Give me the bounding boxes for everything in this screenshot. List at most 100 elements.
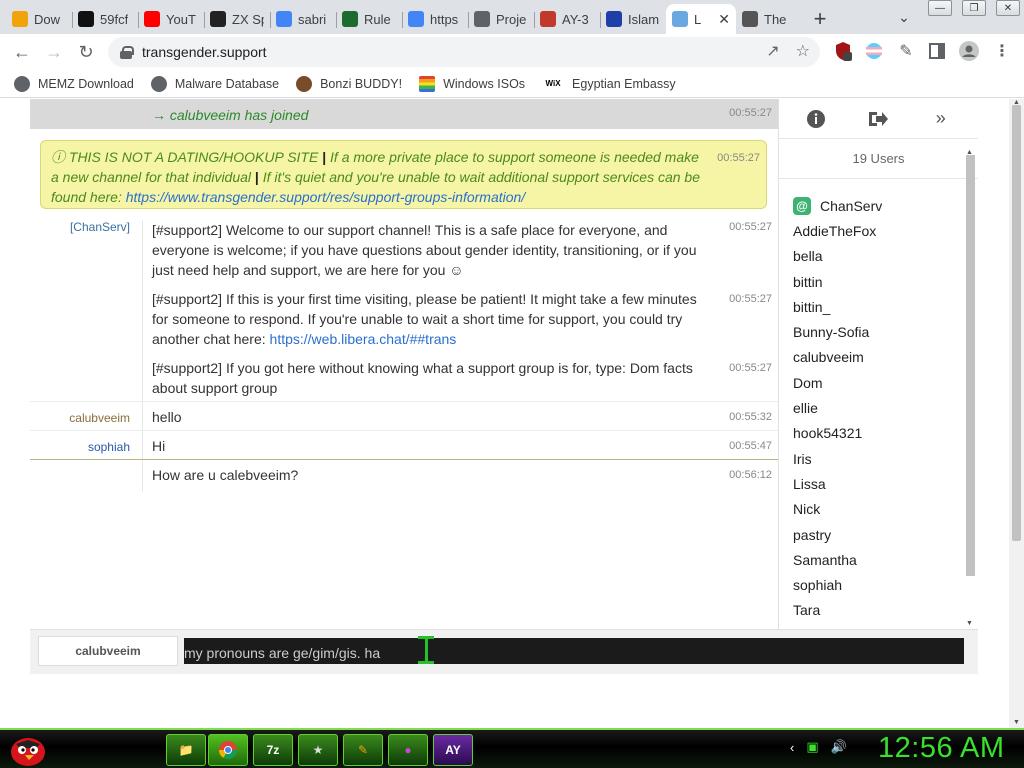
message-input-bar: calubveeim [30, 629, 978, 674]
chat-icon [672, 11, 688, 27]
info-icon[interactable] [804, 107, 828, 131]
bookmark-item[interactable]: Bonzi BUDDY! [296, 75, 403, 92]
music-icon [540, 11, 556, 27]
tab-8[interactable]: AY-3 [534, 4, 600, 34]
side-panel-icon[interactable] [926, 40, 948, 62]
bookmark-label: Windows ISOs [443, 76, 526, 91]
tab-2[interactable]: YouT [138, 4, 204, 34]
taskbar-app-icon[interactable]: ★ [298, 734, 338, 766]
message-nick[interactable]: calubveeim [30, 408, 130, 428]
user-list-item[interactable]: Samantha [793, 547, 882, 572]
leave-channel-icon[interactable] [866, 107, 890, 131]
message-nick[interactable]: sophiah [30, 437, 130, 457]
forward-arrow-icon[interactable]: → [38, 36, 70, 68]
taskbar-7zip-icon[interactable]: 7z [253, 734, 293, 766]
user-name: calubveeim [793, 349, 864, 366]
chat-panel: → calubveeim has joined 00:55:27 ⓘ THIS … [30, 99, 778, 629]
bookmark-item[interactable]: Windows ISOs [419, 75, 526, 92]
menu-kebab-icon[interactable]: ⋮ [991, 40, 1013, 62]
text-cursor-icon [418, 636, 434, 664]
shield-extension-icon[interactable]: 4 [832, 40, 856, 64]
bookmark-item[interactable]: MEMZ Download [14, 75, 134, 92]
youtube-icon [144, 11, 160, 27]
close-tab-icon[interactable]: ✕ [718, 11, 730, 28]
user-list-item[interactable]: bittin [793, 269, 882, 294]
minimize-button[interactable]: — [928, 0, 952, 16]
tab-11[interactable]: The [736, 4, 802, 34]
new-tab-button[interactable]: + [802, 4, 838, 34]
user-list-item[interactable]: bittin_ [793, 294, 882, 319]
back-arrow-icon[interactable]: ← [6, 36, 38, 68]
b-icon [78, 11, 94, 27]
puzzle-extensions-icon[interactable]: ✎ [895, 40, 917, 62]
tab-search-chevron-icon[interactable]: ⌄ [892, 6, 916, 28]
user-list-item[interactable]: Lissa [793, 471, 882, 496]
user-list-item[interactable]: Dom [793, 370, 882, 395]
share-icon[interactable]: ↗ [766, 41, 779, 61]
user-list-item[interactable]: pastry [793, 522, 882, 547]
message-time: 00:56:12 [729, 469, 772, 481]
libera-chat-link[interactable]: https://web.libera.chat/##trans [270, 331, 457, 347]
taskbar-explorer-icon[interactable]: 📁 [166, 734, 206, 766]
profile-avatar-icon[interactable] [958, 40, 980, 62]
notice-warning: ⓘ THIS IS NOT A DATING/HOOKUP SITE [51, 149, 319, 165]
tab-3[interactable]: ZX Sp [204, 4, 270, 34]
taskbar-purple-app-icon[interactable]: ● [388, 734, 428, 766]
support-groups-link[interactable]: https://www.transgender.support/res/supp… [126, 189, 525, 205]
tab-5[interactable]: Rule [336, 4, 402, 34]
angry-bird-start-icon[interactable] [8, 728, 48, 768]
user-list-item[interactable]: Iris [793, 446, 882, 471]
user-name: Nick [793, 501, 821, 518]
zx-icon [210, 11, 226, 27]
tab-7[interactable]: Proje [468, 4, 534, 34]
user-list-item[interactable]: @ ChanServ [793, 193, 882, 218]
user-list-item[interactable]: Tara [793, 598, 882, 623]
taskbar-clock[interactable]: 12:56 AM [878, 732, 1005, 765]
tab-title: ZX Sp [232, 11, 264, 27]
bookmark-item[interactable]: WiX Egyptian Embassy [542, 76, 676, 92]
tray-network-icon[interactable]: ▣ [806, 739, 818, 755]
taskbar-chrome-icon[interactable] [208, 734, 248, 766]
reload-icon[interactable]: ↻ [70, 36, 102, 68]
message-nick[interactable]: [ChanServ] [30, 217, 130, 237]
user-list-item[interactable]: Nick [793, 497, 882, 522]
message-input[interactable] [184, 638, 964, 664]
collapse-panel-icon[interactable]: » [929, 107, 953, 131]
tab-title: L [694, 11, 702, 27]
tray-chevron-icon[interactable]: ‹ [790, 740, 794, 755]
tab-title: Islam [628, 11, 660, 27]
join-text: → calubveeim has joined [152, 107, 309, 123]
user-name: Bunny-Sofia [793, 324, 870, 341]
bookmark-star-icon[interactable]: ☆ [796, 41, 810, 61]
tab-6[interactable]: https [402, 4, 468, 34]
tab-4[interactable]: sabri [270, 4, 336, 34]
user-list-item[interactable]: sophiah [793, 572, 882, 597]
user-list-scrollbar[interactable]: ▲ ▼ [965, 149, 976, 627]
user-list-item[interactable]: hook54321 [793, 421, 882, 446]
taskbar-ay-icon[interactable]: AY [433, 734, 473, 766]
tab-title: https [430, 11, 459, 27]
user-list-item[interactable]: AddieTheFox [793, 218, 882, 243]
bookmark-item[interactable]: Malware Database [150, 75, 279, 92]
user-list-item[interactable]: calubveeim [793, 345, 882, 370]
user-list-item[interactable]: Bunny-Sofia [793, 319, 882, 344]
bookmark-label: Egyptian Embassy [572, 76, 676, 91]
address-bar[interactable]: transgender.support ↗ ☆ [108, 37, 820, 67]
tab-10[interactable]: L ✕ [666, 4, 736, 34]
tab-1[interactable]: 59fcf [72, 4, 138, 34]
user-list-item[interactable]: ellie [793, 395, 882, 420]
tab-9[interactable]: Islam [600, 4, 666, 34]
tray-volume-icon[interactable]: 🔊 [831, 739, 847, 755]
page-scrollbar[interactable]: ▲ ▼ [1009, 99, 1024, 728]
bookmark-label: Bonzi BUDDY! [320, 76, 403, 91]
maximize-button[interactable]: ❐ [962, 0, 986, 16]
current-nick[interactable]: calubveeim [38, 636, 178, 666]
google-icon [408, 11, 424, 27]
user-list-item[interactable]: bella [793, 244, 882, 269]
lock-icon[interactable] [120, 46, 134, 59]
close-window-button[interactable]: ✕ [996, 0, 1020, 16]
taskbar-pen-icon[interactable]: ✎ [343, 734, 383, 766]
trans-flag-extension-icon[interactable] [863, 40, 885, 62]
message-row: calubveeim hello 00:55:32 [30, 402, 778, 431]
tab-0[interactable]: Dow [6, 4, 72, 34]
